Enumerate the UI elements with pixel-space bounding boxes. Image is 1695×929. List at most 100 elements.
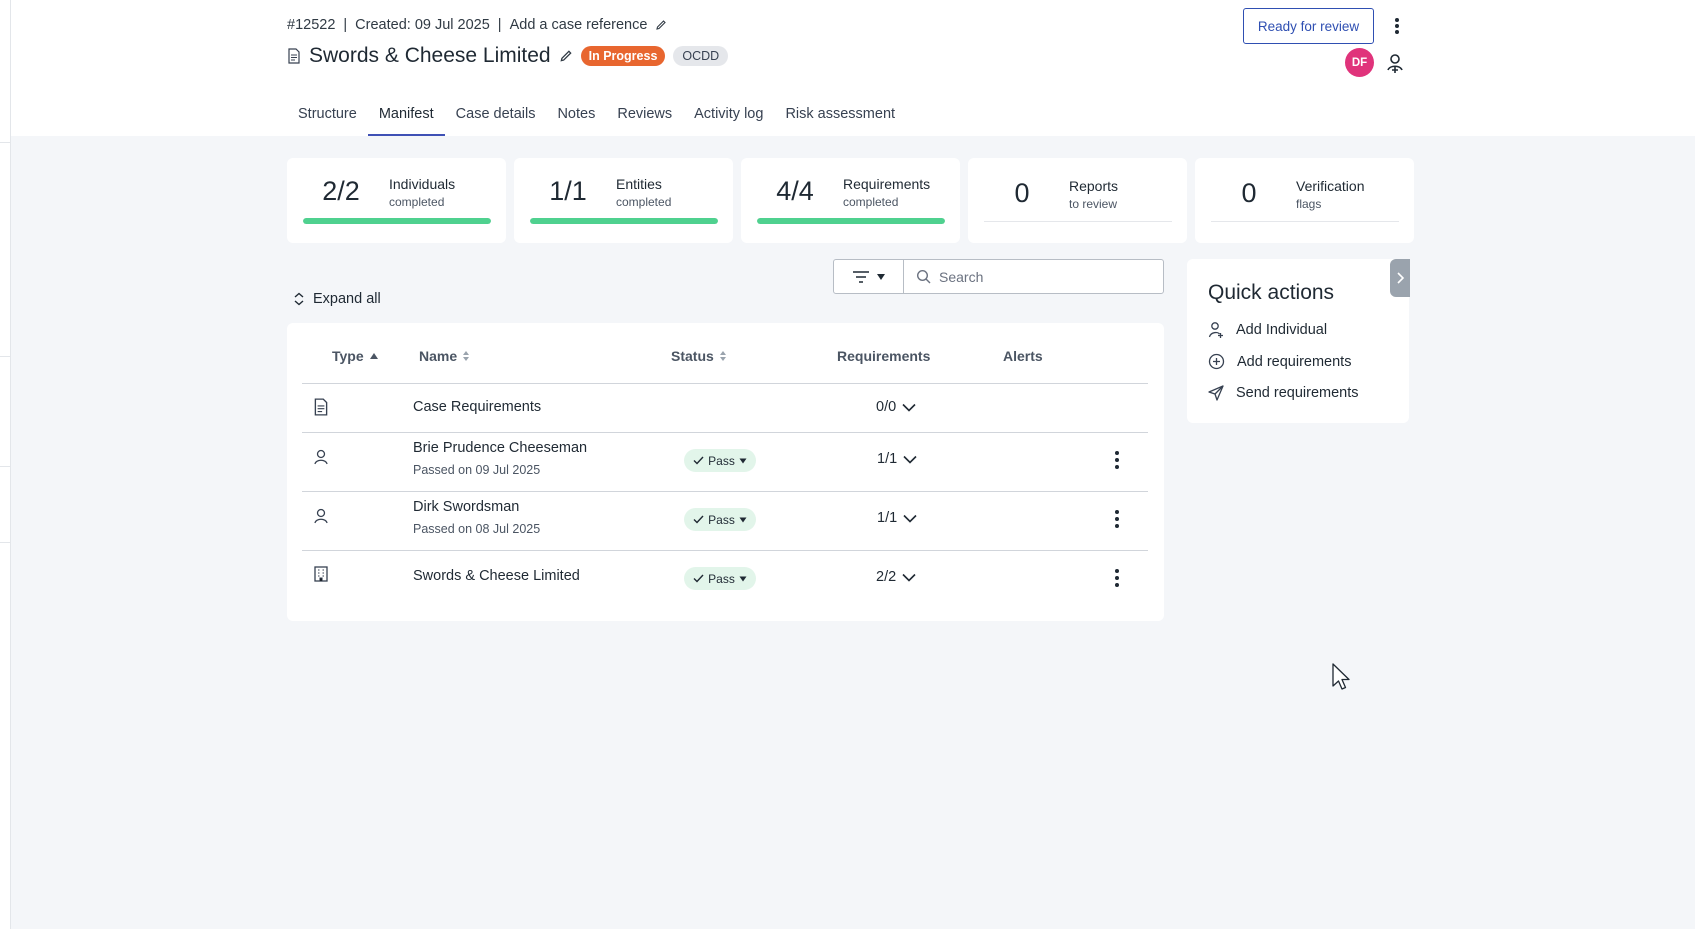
pencil-icon[interactable] [655, 19, 667, 31]
column-header-name[interactable]: Name [419, 348, 470, 364]
chevron-down-icon [902, 403, 916, 412]
stat-value: 2/2 [322, 176, 360, 206]
status-badge: In Progress [580, 46, 666, 66]
tab-activity-log[interactable]: Activity log [683, 96, 774, 136]
table-row-individual[interactable]: Brie Prudence Cheeseman Passed on 09 Jul… [302, 432, 1148, 491]
tab-notes[interactable]: Notes [546, 96, 606, 136]
add-individual-action[interactable]: Add Individual [1208, 321, 1327, 339]
strip-divider [0, 356, 11, 357]
status-label: Pass [708, 453, 735, 468]
case-id: #12522 [287, 17, 336, 33]
column-label: Status [671, 348, 714, 364]
requirements-toggle[interactable]: 1/1 [877, 451, 917, 467]
strip-divider [0, 466, 11, 467]
tab-case-details[interactable]: Case details [445, 96, 547, 136]
row-more-menu-icon[interactable] [1108, 449, 1126, 471]
quick-actions-panel: Quick actions Add Individual Add require… [1187, 259, 1409, 423]
row-name: Swords & Cheese Limited [413, 568, 580, 584]
column-header-status[interactable]: Status [671, 348, 727, 364]
stat-value: 0 [1014, 178, 1030, 208]
assign-user-button[interactable] [1384, 51, 1406, 75]
column-label: Name [419, 348, 458, 364]
add-case-reference-link[interactable]: Add a case reference [510, 17, 648, 33]
page-title: Swords & Cheese Limited [309, 44, 551, 67]
progress-bar-fill [530, 218, 718, 224]
more-vertical-icon [1395, 18, 1399, 34]
requirements-toggle[interactable]: 1/1 [877, 510, 917, 526]
separator: | [343, 17, 348, 33]
requirements-toggle[interactable]: 2/2 [876, 569, 916, 585]
quick-actions-collapse-button[interactable] [1390, 259, 1410, 297]
person-icon [314, 449, 328, 465]
send-requirements-action[interactable]: Send requirements [1208, 385, 1359, 401]
stat-label: Verification [1296, 178, 1365, 194]
stat-card-verification: 0 Verification flags [1195, 158, 1414, 243]
row-more-menu-icon[interactable] [1108, 567, 1126, 589]
mouse-pointer-icon [1332, 663, 1350, 690]
avatar[interactable]: DF [1345, 48, 1374, 77]
expand-all-label: Expand all [313, 291, 381, 307]
left-sidebar-strip [0, 0, 11, 929]
requirements-count: 1/1 [877, 510, 898, 526]
add-requirements-action[interactable]: Add requirements [1208, 353, 1351, 370]
stat-card-reports: 0 Reports to review [968, 158, 1187, 243]
search-input[interactable] [939, 268, 1139, 285]
divider [984, 221, 1172, 222]
case-more-menu-button[interactable] [1386, 14, 1408, 38]
tab-manifest[interactable]: Manifest [367, 96, 445, 136]
tab-reviews[interactable]: Reviews [606, 96, 683, 136]
column-header-type[interactable]: Type [332, 348, 379, 364]
chevron-down-icon [903, 455, 917, 464]
case-created: Created: 09 Jul 2025 [355, 17, 490, 33]
stat-card-entities: 1/1 Entities completed [514, 158, 733, 243]
tab-risk-assessment[interactable]: Risk assessment [774, 96, 906, 136]
send-icon [1208, 385, 1224, 401]
status-pass-dropdown[interactable]: Pass [684, 449, 756, 472]
plus-circle-icon [1208, 353, 1225, 370]
divider [1211, 221, 1399, 222]
stat-value: 0 [1241, 178, 1257, 208]
requirements-toggle[interactable]: 0/0 [876, 399, 916, 415]
stat-sublabel: completed [843, 195, 899, 209]
search-icon [916, 269, 931, 284]
expand-all-button[interactable]: Expand all [293, 291, 381, 307]
separator: | [497, 17, 502, 33]
caret-down-icon [739, 576, 747, 581]
tab-structure[interactable]: Structure [287, 96, 368, 136]
requirements-count: 0/0 [876, 399, 897, 415]
caret-down-icon [876, 273, 885, 280]
filter-button[interactable] [833, 259, 904, 294]
stat-label: Entities [616, 176, 662, 192]
check-icon [693, 456, 704, 465]
column-header-alerts: Alerts [1003, 348, 1043, 364]
case-tabs: Structure Manifest Case details Notes Re… [287, 96, 906, 136]
edit-title-pencil-icon[interactable] [559, 49, 573, 63]
row-name: Case Requirements [413, 399, 542, 415]
progress-bar [530, 218, 718, 224]
stat-sublabel: to review [1069, 197, 1118, 211]
case-meta: #12522 | Created: 09 Jul 2025 | Add a ca… [287, 17, 667, 33]
caret-down-icon [739, 517, 747, 522]
status-label: Pass [708, 571, 735, 586]
caret-down-icon [739, 458, 747, 463]
stat-card-requirements: 4/4 Requirements completed [741, 158, 960, 243]
check-icon [693, 574, 704, 583]
stat-label: Individuals [389, 176, 456, 192]
stat-sublabel: flags [1296, 197, 1322, 211]
stat-value: 1/1 [549, 176, 587, 206]
table-row-case-requirements[interactable]: Case Requirements 0/0 [302, 383, 1148, 432]
row-more-menu-icon[interactable] [1108, 508, 1126, 530]
status-label: Pass [708, 512, 735, 527]
table-row-entity[interactable]: Swords & Cheese Limited Pass 2/2 [302, 550, 1148, 605]
action-label: Send requirements [1236, 385, 1359, 401]
status-pass-dropdown[interactable]: Pass [684, 508, 756, 531]
status-pass-dropdown[interactable]: Pass [684, 567, 756, 590]
chevron-right-icon [1396, 272, 1404, 284]
stat-label: Reports [1069, 178, 1119, 194]
progress-bar-fill [757, 218, 945, 224]
ready-for-review-button[interactable]: Ready for review [1243, 8, 1374, 44]
quick-actions-title: Quick actions [1208, 281, 1335, 304]
table-row-individual[interactable]: Dirk Swordsman Passed on 08 Jul 2025 Pas… [302, 491, 1148, 550]
action-label: Add Individual [1236, 322, 1328, 338]
expand-icon [294, 292, 304, 306]
